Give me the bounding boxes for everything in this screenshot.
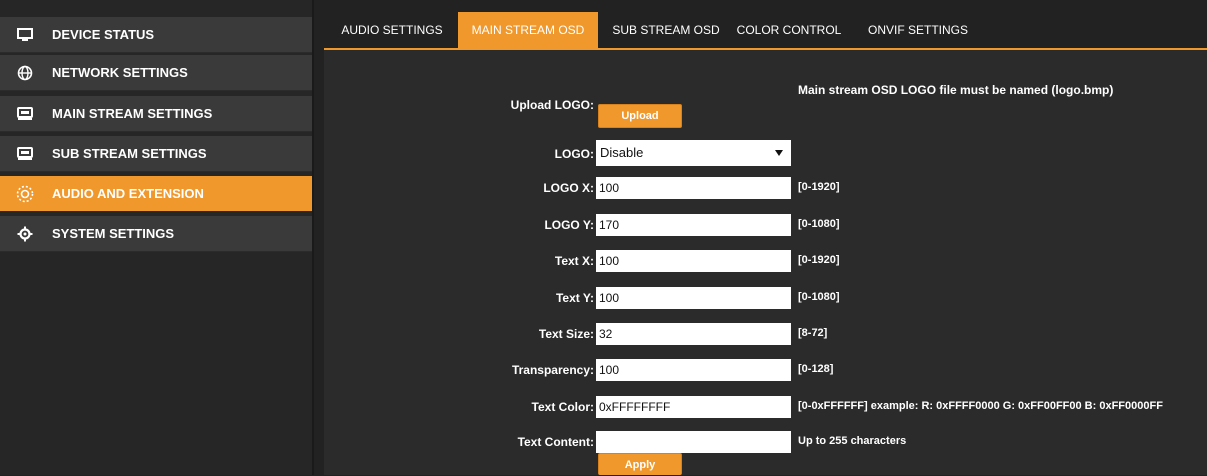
transparency-label: Transparency: [511,363,594,377]
text-size-input[interactable]: 32 [596,323,791,345]
monitor-icon [16,26,34,44]
transparency-hint: [0-128] [798,363,834,375]
sun-icon [16,185,34,203]
chevron-down-icon [775,150,783,156]
tab-audio-settings[interactable]: AUDIO SETTINGS [332,12,452,48]
text-x-hint: [0-1920] [798,254,840,266]
text-content-label: Text Content: [517,435,594,449]
transparency-input[interactable]: 100 [596,359,791,381]
sidebar: DEVICE STATUS NETWORK SETTINGS MAIN STRE… [0,0,314,475]
logo-select[interactable]: Disable [596,140,791,166]
text-content-input[interactable] [596,431,791,453]
tab-onvif-settings[interactable]: ONVIF SETTINGS [858,12,978,48]
gear-icon [16,225,34,243]
upload-logo-label: Upload LOGO: [510,98,594,112]
text-color-input[interactable]: 0xFFFFFFFF [596,396,791,418]
logo-x-hint: [0-1920] [798,181,840,193]
text-size-label: Text Size: [538,327,594,341]
globe-icon [16,64,34,82]
tab-color-control[interactable]: COLOR CONTROL [730,12,848,48]
text-color-hint: [0-0xFFFFFF] example: R: 0xFFFF0000 G: 0… [798,400,1163,412]
sidebar-item-main-stream-settings[interactable]: MAIN STREAM SETTINGS [0,96,312,132]
text-y-label: Text Y: [555,291,594,305]
sidebar-item-label: DEVICE STATUS [52,27,155,42]
main-stream-osd-panel: Upload LOGO: Upload Main stream OSD LOGO… [324,50,1207,475]
logo-x-input[interactable]: 100 [596,177,791,199]
logo-y-hint: [0-1080] [798,218,840,230]
logo-label: LOGO: [554,147,594,161]
sidebar-item-label: MAIN STREAM SETTINGS [52,106,213,121]
sidebar-item-label: NETWORK SETTINGS [52,65,188,80]
logo-x-label: LOGO X: [543,181,594,195]
tab-sub-stream-osd[interactable]: SUB STREAM OSD [610,12,722,48]
sidebar-item-system-settings[interactable]: SYSTEM SETTINGS [0,216,312,252]
logo-y-label: LOGO Y: [544,218,594,232]
camera-icon [16,145,34,163]
sidebar-item-label: SYSTEM SETTINGS [52,226,175,241]
apply-button[interactable]: Apply [598,453,682,475]
upload-button[interactable]: Upload [598,104,682,128]
text-y-hint: [0-1080] [798,291,840,303]
text-color-label: Text Color: [531,400,594,414]
text-x-label: Text X: [554,254,594,268]
text-size-hint: [8-72] [798,327,828,339]
tab-main-stream-osd[interactable]: MAIN STREAM OSD [458,12,598,48]
sidebar-item-label: SUB STREAM SETTINGS [52,146,207,161]
sidebar-item-label: AUDIO AND EXTENSION [52,186,204,201]
sidebar-item-device-status[interactable]: DEVICE STATUS [0,17,312,53]
sidebar-item-sub-stream-settings[interactable]: SUB STREAM SETTINGS [0,136,312,172]
logo-select-value: Disable [600,145,644,160]
sidebar-item-audio-and-extension[interactable]: AUDIO AND EXTENSION [0,176,312,212]
camera-icon [16,105,34,123]
text-x-input[interactable]: 100 [596,250,791,272]
logo-y-input[interactable]: 170 [596,214,791,236]
sidebar-item-network-settings[interactable]: NETWORK SETTINGS [0,55,312,91]
text-y-input[interactable]: 100 [596,287,791,309]
logo-note: Main stream OSD LOGO file must be named … [798,83,1114,97]
text-content-hint: Up to 255 characters [798,435,907,447]
tab-bar: AUDIO SETTINGS MAIN STREAM OSD SUB STREA… [324,12,1207,50]
